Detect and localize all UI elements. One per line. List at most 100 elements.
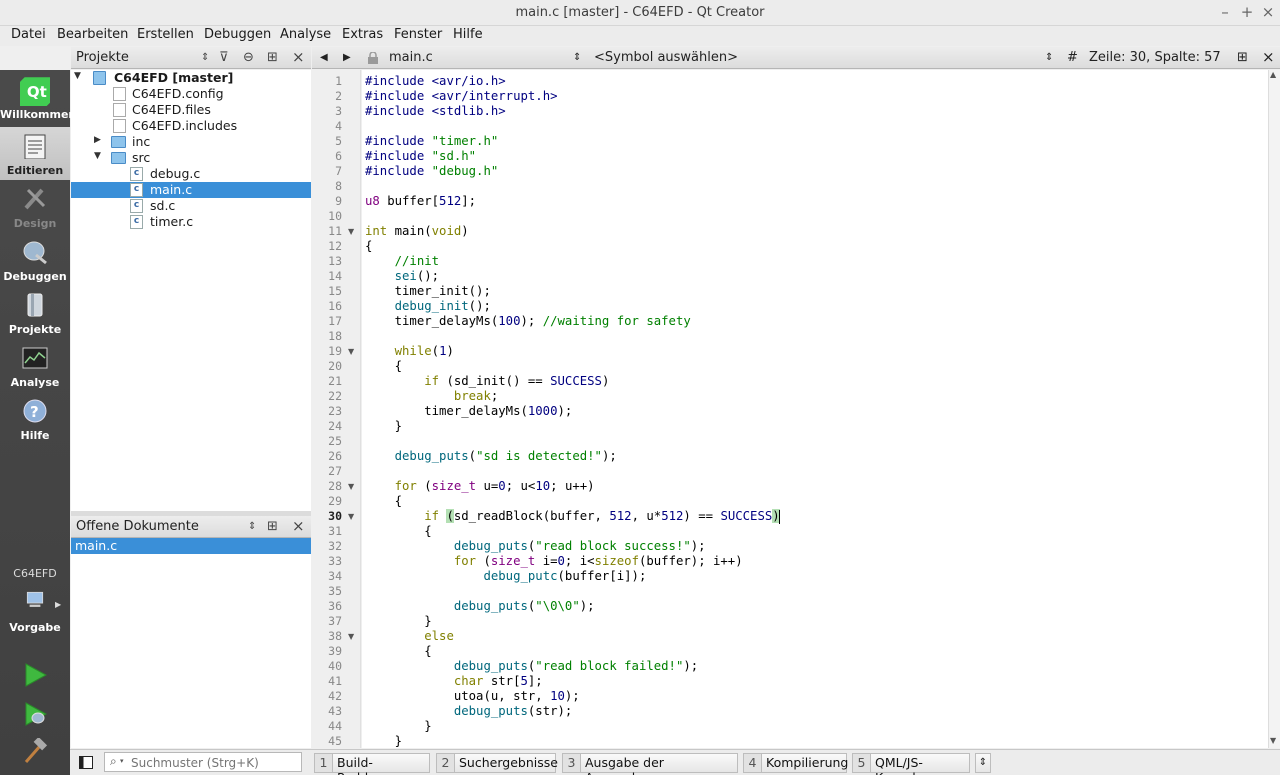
collapse-arrow-icon[interactable]: ▼ xyxy=(74,71,84,81)
scroll-up-icon[interactable]: ▲ xyxy=(1270,70,1276,79)
mode-analyse[interactable]: Analyse xyxy=(0,339,70,392)
projects-view-selector[interactable]: Projekte xyxy=(76,50,129,65)
output-tab-search-results[interactable]: 2 Suchergebnisse xyxy=(436,753,558,773)
code-line[interactable]: else xyxy=(365,629,454,644)
code-line[interactable]: for (size_t u=0; u<10; u++) xyxy=(365,479,595,494)
split-pane-icon[interactable]: ⊞ xyxy=(267,50,278,65)
forward-arrow-icon[interactable]: ▶ xyxy=(343,52,351,63)
tree-item-file[interactable]: C64EFD.files xyxy=(71,102,311,118)
scroll-down-icon[interactable]: ▼ xyxy=(1270,736,1276,745)
code-line[interactable]: } xyxy=(365,734,402,748)
code-line[interactable]: debug_puts(str); xyxy=(365,704,572,719)
kit-selector[interactable]: ▶ Vorgabe xyxy=(0,586,70,634)
menu-analyse[interactable]: Analyse xyxy=(280,27,331,42)
tree-item-file[interactable]: C64EFD.config xyxy=(71,86,311,102)
code-line[interactable]: timer_init(); xyxy=(365,284,491,299)
code-line[interactable]: { xyxy=(365,644,431,659)
output-tab-application-output[interactable]: 3 Ausgabe der Anwendung xyxy=(562,753,738,775)
tree-item-folder[interactable]: ▶ inc xyxy=(71,134,311,150)
code-line[interactable]: { xyxy=(365,494,402,509)
locator-input[interactable] xyxy=(131,755,299,770)
expand-arrow-icon[interactable]: ▶ xyxy=(94,135,104,145)
code-line[interactable]: } xyxy=(365,419,402,434)
menu-bearbeiten[interactable]: Bearbeiten xyxy=(57,27,128,42)
sync-link-icon[interactable]: ⊖ xyxy=(243,50,254,65)
open-documents-view-selector[interactable]: Offene Dokumente xyxy=(76,519,199,534)
code-line[interactable]: { xyxy=(365,239,372,254)
code-line[interactable]: #include "debug.h" xyxy=(365,164,498,179)
back-arrow-icon[interactable]: ◀ xyxy=(320,52,328,63)
menu-extras[interactable]: Extras xyxy=(342,27,383,42)
code-line[interactable]: timer_delayMs(100); //waiting for safety xyxy=(365,314,691,329)
code-line[interactable]: debug_puts("read block success!"); xyxy=(365,539,706,554)
code-line[interactable]: } xyxy=(365,719,431,734)
code-line[interactable]: { xyxy=(365,359,402,374)
code-line[interactable]: debug_puts("\0\0"); xyxy=(365,599,595,614)
collapse-arrow-icon[interactable]: ▼ xyxy=(94,151,104,161)
menu-debuggen[interactable]: Debuggen xyxy=(204,27,271,42)
code-line[interactable]: utoa(u, str, 10); xyxy=(365,689,580,704)
mode-hilfe[interactable]: ? Hilfe xyxy=(0,392,70,445)
code-line[interactable]: #include <stdlib.h> xyxy=(365,104,506,119)
view-selector-arrows-icon[interactable]: ⇕ xyxy=(248,521,256,532)
view-selector-arrows-icon[interactable]: ⇕ xyxy=(201,52,209,63)
fold-marker-icon[interactable]: ▼ xyxy=(348,632,354,641)
code-line[interactable]: debug_init(); xyxy=(365,299,491,314)
code-line[interactable]: int main(void) xyxy=(365,224,469,239)
code-line[interactable]: #include <avr/interrupt.h> xyxy=(365,89,558,104)
document-selector-arrows-icon[interactable]: ⇕ xyxy=(573,52,581,63)
code-line[interactable]: #include "sd.h" xyxy=(365,149,476,164)
menu-datei[interactable]: Datei xyxy=(11,27,46,42)
tree-item-folder[interactable]: ▼ src xyxy=(71,150,311,166)
mode-willkommen[interactable]: Qt Willkommen xyxy=(0,70,76,123)
mode-debuggen[interactable]: Debuggen xyxy=(0,233,70,286)
build-button[interactable] xyxy=(0,734,70,768)
symbol-selector-arrows-icon[interactable]: ⇕ xyxy=(1045,52,1053,63)
code-line[interactable]: #include "timer.h" xyxy=(365,134,498,149)
output-tab-compile-output[interactable]: 4 Kompilierung xyxy=(743,753,848,773)
tree-item-file-selected[interactable]: c main.c xyxy=(71,182,311,198)
code-line[interactable]: char str[5]; xyxy=(365,674,543,689)
fold-marker-icon[interactable]: ▼ xyxy=(348,347,354,356)
code-line[interactable]: debug_putc(buffer[i]); xyxy=(365,569,646,584)
menu-erstellen[interactable]: Erstellen xyxy=(137,27,194,42)
code-line[interactable]: if (sd_init() == SUCCESS) xyxy=(365,374,609,389)
code-line[interactable]: debug_puts("read block failed!"); xyxy=(365,659,698,674)
document-selector[interactable]: main.c xyxy=(389,50,433,65)
close-pane-icon[interactable]: × xyxy=(292,517,305,535)
output-tab-build-issues[interactable]: 1 Build-Probleme xyxy=(314,753,430,775)
code-line[interactable]: break; xyxy=(365,389,498,404)
vertical-scrollbar[interactable]: ▲ ▼ xyxy=(1268,70,1280,748)
fold-marker-icon[interactable]: ▼ xyxy=(348,482,354,491)
fold-marker-icon[interactable]: ▼ xyxy=(348,512,354,521)
search-options-arrow-icon[interactable]: ▾ xyxy=(120,757,124,765)
split-editor-icon[interactable]: ⊞ xyxy=(1237,50,1248,65)
fold-marker-icon[interactable]: ▼ xyxy=(348,227,354,236)
debug-run-button[interactable] xyxy=(0,697,70,731)
mode-editieren[interactable]: Editieren xyxy=(0,127,70,180)
code-line[interactable]: //init xyxy=(365,254,439,269)
mode-design[interactable]: Design xyxy=(0,180,70,233)
code-line[interactable]: } xyxy=(365,614,431,629)
close-window-icon[interactable]: × xyxy=(1260,3,1276,21)
maximize-icon[interactable]: + xyxy=(1239,3,1255,21)
split-pane-icon[interactable]: ⊞ xyxy=(267,519,278,534)
close-pane-icon[interactable]: × xyxy=(292,48,305,66)
symbol-selector[interactable]: <Symbol auswählen> xyxy=(594,50,738,65)
code-editor[interactable]: #include <avr/io.h> #include <avr/interru… xyxy=(362,70,1268,748)
code-line[interactable]: for (size_t i=0; i<sizeof(buffer); i++) xyxy=(365,554,743,569)
code-line[interactable]: { xyxy=(365,524,431,539)
tree-item-file[interactable]: c sd.c xyxy=(71,198,311,214)
tree-item-file[interactable]: c debug.c xyxy=(71,166,311,182)
code-line[interactable]: timer_delayMs(1000); xyxy=(365,404,572,419)
close-document-icon[interactable]: × xyxy=(1262,48,1275,66)
run-button[interactable] xyxy=(0,658,70,692)
output-tab-qml-console[interactable]: 5 QML/JS-Konsole xyxy=(852,753,970,775)
open-document-item[interactable]: main.c xyxy=(71,538,311,554)
mode-projekte[interactable]: Projekte xyxy=(0,286,70,339)
code-line[interactable]: #include <avr/io.h> xyxy=(365,74,506,89)
menu-hilfe[interactable]: Hilfe xyxy=(453,27,483,42)
cursor-position[interactable]: Zeile: 30, Spalte: 57 xyxy=(1089,50,1221,65)
filter-icon[interactable]: ⊽ xyxy=(219,50,229,65)
tree-item-file[interactable]: C64EFD.includes xyxy=(71,118,311,134)
